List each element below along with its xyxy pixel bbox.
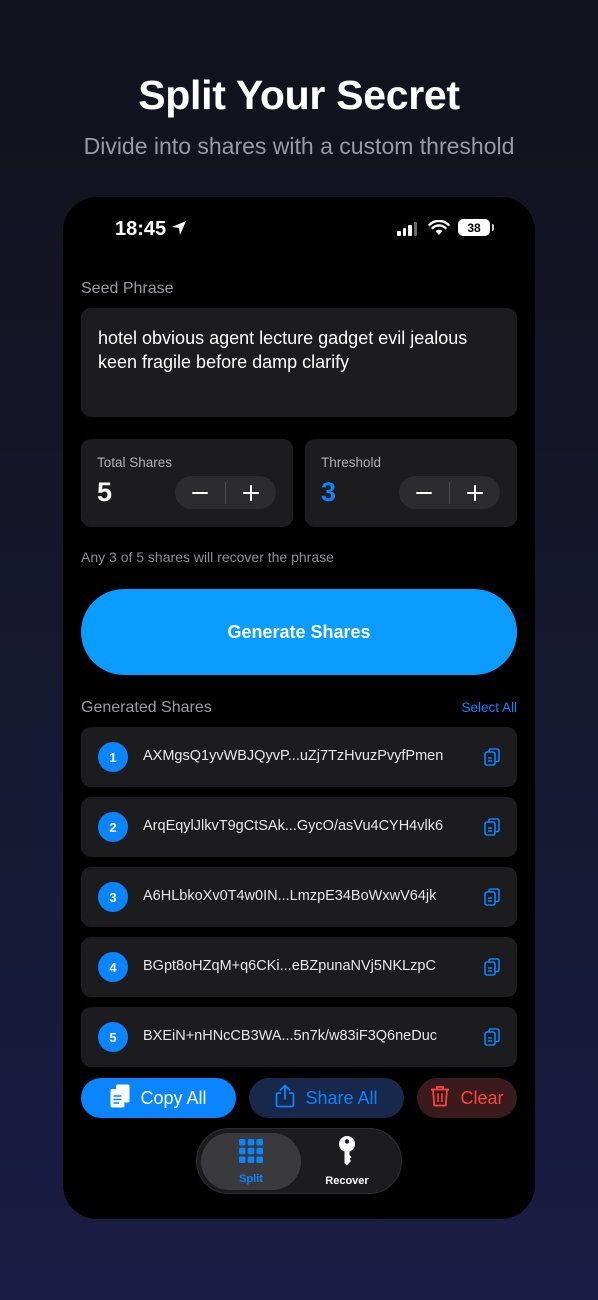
share-number-badge: 2 (98, 812, 128, 842)
wifi-icon (428, 219, 450, 241)
share-all-button[interactable]: Share All (249, 1078, 404, 1118)
threshold-label: Threshold (321, 455, 382, 470)
grid-icon (238, 1138, 264, 1167)
copy-icon[interactable] (484, 958, 500, 981)
tab-split-label: Split (239, 1173, 263, 1185)
total-shares-decrement-button[interactable] (175, 476, 225, 509)
threshold-stepper (399, 476, 500, 509)
generate-shares-button[interactable]: Generate Shares (81, 589, 517, 675)
share-row[interactable]: 4 BGpt8oHZqM+q6CKi...eBZpunaNVj5NKLzpC (81, 937, 517, 997)
share-all-label: Share All (305, 1087, 378, 1108)
battery-indicator: 38 (458, 219, 494, 236)
tab-recover[interactable]: Recover (297, 1133, 397, 1190)
select-all-button[interactable]: Select All (461, 700, 517, 715)
copy-all-button[interactable]: Copy All (81, 1078, 236, 1118)
share-number-badge: 4 (98, 952, 128, 982)
share-row[interactable]: 5 BXEiN+nHNcCB3WA...5n7k/w83iF3Q6neDuc (81, 1007, 517, 1067)
threshold-increment-button[interactable] (450, 476, 500, 509)
generated-shares-title: Generated Shares (81, 699, 212, 716)
seed-phrase-input[interactable]: hotel obvious agent lecture gadget evil … (81, 308, 517, 417)
headline: Split Your Secret (138, 72, 460, 118)
total-shares-card: Total Shares 5 (81, 439, 293, 527)
share-row[interactable]: 3 A6HLbkoXv0T4w0IN...LmzpE34BoWxwV64jk (81, 867, 517, 927)
status-bar: 18:45 38 (63, 197, 535, 259)
share-row[interactable]: 1 AXMgsQ1yvWBJQyvP...uZj7TzHvuzPvyfPmen (81, 727, 517, 787)
clear-button[interactable]: Clear (417, 1078, 517, 1118)
threshold-value: 3 (321, 477, 337, 507)
total-shares-stepper (175, 476, 276, 509)
clear-label: Clear (460, 1087, 504, 1108)
share-value: BXEiN+nHNcCB3WA...5n7k/w83iF3Q6neDuc (143, 1028, 438, 1044)
share-number-badge: 5 (98, 1022, 128, 1052)
location-arrow-icon (171, 220, 187, 241)
copy-icon[interactable] (484, 818, 500, 841)
seed-phrase-label: Seed Phrase (81, 280, 174, 297)
threshold-decrement-button[interactable] (399, 476, 449, 509)
share-number-badge: 1 (98, 742, 128, 772)
share-value: ArqEqylJlkvT9gCtSAk...GycO/asVu4CYH4vlk6 (143, 818, 444, 834)
signal-icon (397, 222, 417, 236)
tab-split[interactable]: Split (201, 1133, 301, 1190)
share-value: A6HLbkoXv0T4w0IN...LmzpE34BoWxwV64jk (143, 888, 437, 904)
share-icon (275, 1084, 295, 1113)
tab-recover-label: Recover (325, 1175, 369, 1187)
copy-icon[interactable] (484, 1028, 500, 1051)
status-time: 18:45 (115, 218, 167, 240)
threshold-hint: Any 3 of 5 shares will recover the phras… (81, 549, 334, 565)
trash-icon (430, 1085, 450, 1112)
share-value: AXMgsQ1yvWBJQyvP...uZj7TzHvuzPvyfPmen (143, 748, 444, 764)
copy-icon[interactable] (484, 888, 500, 911)
threshold-card: Threshold 3 (305, 439, 517, 527)
tab-bar: Split Recover (196, 1128, 402, 1194)
total-shares-value: 5 (97, 477, 113, 507)
key-icon (337, 1136, 357, 1169)
phone-screen: 18:45 38 Seed Phrase hotel obvious agent… (63, 197, 535, 1219)
share-number-badge: 3 (98, 882, 128, 912)
share-row[interactable]: 2 ArqEqylJlkvT9gCtSAk...GycO/asVu4CYH4vl… (81, 797, 517, 857)
subheadline: Divide into shares with a custom thresho… (83, 133, 515, 159)
total-shares-label: Total Shares (97, 455, 173, 470)
total-shares-increment-button[interactable] (226, 476, 276, 509)
document-icon (110, 1084, 130, 1113)
share-value: BGpt8oHZqM+q6CKi...eBZpunaNVj5NKLzpC (143, 958, 436, 974)
copy-all-label: Copy All (140, 1087, 207, 1108)
copy-icon[interactable] (484, 748, 500, 771)
